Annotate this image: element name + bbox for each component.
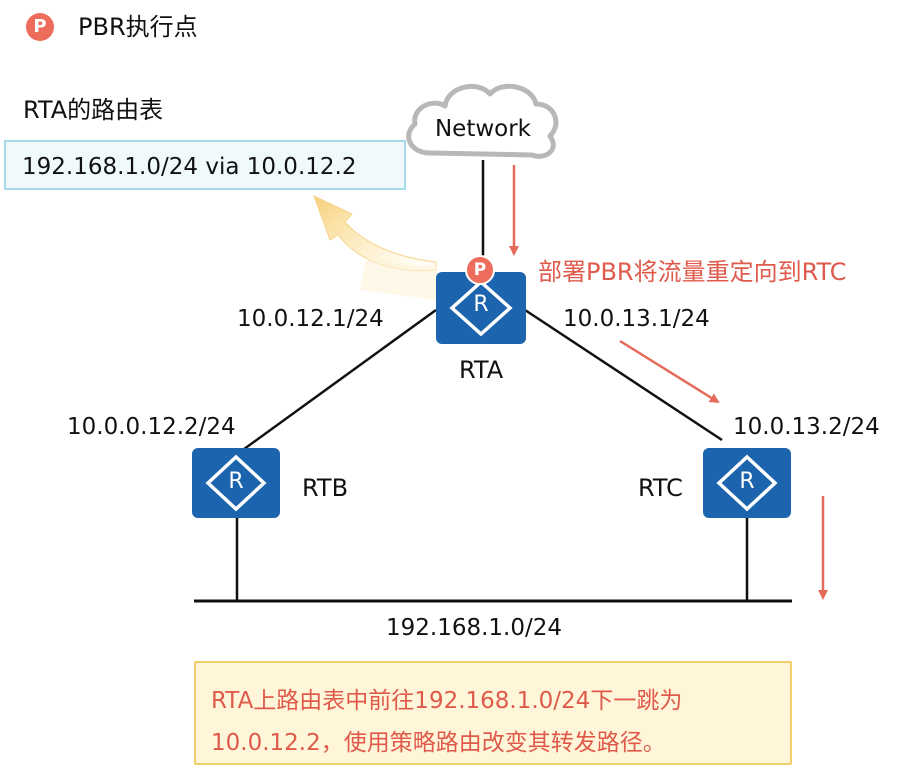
note-line-2: 10.0.12.2，使用策略路由改变其转发路径。	[211, 730, 666, 756]
pbr-annotation: 部署PBR将流量重定向到RTC	[538, 258, 847, 286]
network-diagram: P PBR执行点 RTA的路由表 192.168.1.0/24 via 10.0…	[0, 0, 916, 776]
traffic-arrow-to-rtc	[619, 339, 720, 404]
explanation-note: RTA上路由表中前往192.168.1.0/24下一跳为 10.0.12.2，使…	[194, 661, 792, 765]
router-rtc-label: RTC	[638, 474, 683, 502]
rta-badge-letter: P	[473, 260, 487, 280]
note-line-1: RTA上路由表中前往192.168.1.0/24下一跳为	[211, 688, 683, 714]
rtb-router-glyph: R	[228, 469, 244, 494]
iface-rta-rtb: 10.0.12.1/24	[237, 306, 384, 332]
iface-rtc-rta: 10.0.13.2/24	[733, 414, 880, 440]
router-rta-label: RTA	[459, 356, 504, 384]
iface-rta-rtc: 10.0.13.1/24	[563, 306, 710, 332]
iface-rtb-rta: 10.0.0.12.2/24	[67, 414, 236, 440]
router-rtb-label: RTB	[302, 474, 349, 502]
cloud-label: Network	[434, 116, 532, 142]
lan-subnet-label: 192.168.1.0/24	[386, 615, 563, 641]
rtc-router-glyph: R	[739, 469, 755, 494]
rta-router-glyph: R	[473, 292, 489, 317]
